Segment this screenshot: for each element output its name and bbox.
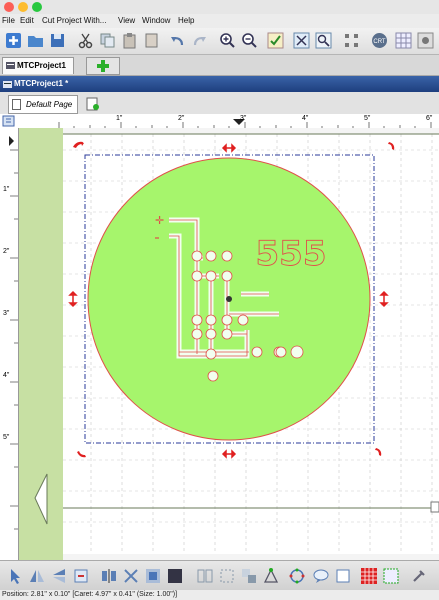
vruler-label-1: 1" [3,186,10,193]
checklist-icon[interactable] [267,32,284,49]
main-toolbar: CRT [0,28,439,55]
pattern-fill-icon[interactable] [360,567,378,585]
add-page-icon[interactable] [86,97,100,111]
zoom-out-icon[interactable] [241,32,258,49]
project-tab-icon [6,62,15,69]
design-text-555: 555 [256,234,327,274]
arrange-icon[interactable] [343,32,360,49]
menu-edit[interactable]: Edit [20,16,34,25]
settings-icon[interactable] [417,32,434,49]
document-icon [3,81,12,88]
group-icon[interactable] [196,567,214,585]
tab-project[interactable]: MTCProject1 [2,57,74,74]
node-edit-icon[interactable] [262,567,280,585]
undo-icon[interactable] [169,32,186,49]
align-center-icon[interactable] [100,567,118,585]
new-file-icon[interactable] [5,32,22,49]
menu-bar: File Edit Cut Project With... View Windo… [0,14,439,28]
vruler-label-4: 4" [3,372,10,379]
fill-icon[interactable] [166,567,184,585]
vruler-label-2: 2" [3,248,10,255]
tools-icon[interactable] [410,567,428,585]
delete-icon[interactable] [143,32,160,49]
rotate-icon[interactable] [72,567,90,585]
document-title: MTCProject1 * [14,79,69,88]
status-text: Position: 2.81" x 0.10" [Caret: 4.97" x … [2,591,178,598]
menu-view[interactable]: View [118,16,135,25]
canvas-drawing: 555 ✛ [19,128,439,560]
zoom-window-button[interactable] [32,2,42,12]
ruler-label-3: 3" [240,115,247,122]
combine-icon[interactable] [240,567,258,585]
cut-icon[interactable] [77,32,94,49]
pointer-tool-icon[interactable] [6,567,24,585]
redo-icon[interactable] [191,32,208,49]
project-tab-label: MTCProject1 [17,61,66,70]
menu-cut-project-with[interactable]: Cut Project With... [42,16,106,25]
paste-icon[interactable] [121,32,138,49]
close-window-button[interactable] [4,2,14,12]
plus-icon [97,60,109,72]
svg-text:CRT: CRT [373,39,386,45]
mat-right-marker [430,501,439,513]
open-folder-icon[interactable] [27,32,44,49]
project-tab-row: MTCProject1 [0,55,439,76]
mirror-vertical-icon[interactable] [28,567,46,585]
copy-icon[interactable] [99,32,116,49]
ruler-label-5: 5" [364,115,371,122]
ruler-label-1: 1" [116,115,123,122]
distribute-icon[interactable] [122,567,140,585]
ruler-label-4: 4" [302,115,309,122]
save-icon[interactable] [49,32,66,49]
design-canvas[interactable]: 555 ✛ [19,128,439,560]
minimize-window-button[interactable] [18,2,28,12]
menu-file[interactable]: File [2,16,15,25]
bottom-toolbar [0,560,439,591]
window-titlebar [0,0,439,14]
horizontal-ruler[interactable]: 1" 2" 3" 4" 5" 6" [18,114,439,129]
page-icon [12,99,21,110]
ruler-label-6: 6" [426,115,433,122]
ruler-corner[interactable] [0,114,19,129]
rotation-center-dot [226,296,232,302]
fit-to-page-icon[interactable] [293,32,310,49]
vruler-label-5: 5" [3,434,10,441]
cut-mode-icon[interactable]: CRT [371,32,388,49]
horizontal-ruler-ticks [58,119,432,128]
menu-help[interactable]: Help [178,16,194,25]
ungroup-icon[interactable] [218,567,236,585]
weld-icon[interactable] [144,567,162,585]
status-bar: Position: 2.81" x 0.10" [Caret: 4.97" x … [0,590,439,600]
speech-bubble-icon[interactable] [312,567,330,585]
add-project-button[interactable] [86,57,120,75]
mirror-horizontal-icon[interactable] [50,567,68,585]
grid-icon[interactable] [395,32,412,49]
zoom-in-icon[interactable] [219,32,236,49]
rectangle-tool-icon[interactable] [334,567,352,585]
crosshair-marker: ✛ [155,214,164,227]
vruler-label-3: 3" [3,310,10,317]
find-icon[interactable] [315,32,332,49]
page-tab-row: Default Page [0,92,439,115]
page-tab-label: Default Page [26,100,73,109]
ruler-label-2: 2" [178,115,185,122]
ruler-origin-icon [2,115,15,127]
tab-default-page[interactable]: Default Page [8,95,78,114]
shadow-layer-icon[interactable] [382,567,400,585]
circle-tool-icon[interactable] [288,567,306,585]
document-title-bar: MTCProject1 * [0,76,439,92]
menu-window[interactable]: Window [142,16,170,25]
vertical-ruler[interactable]: 1" 2" 3" 4" 5" [0,128,19,560]
